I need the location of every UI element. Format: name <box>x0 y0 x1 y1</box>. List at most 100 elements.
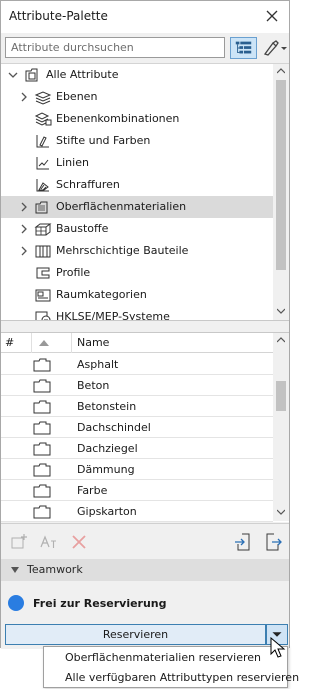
tree-item-label: HKLSE/MEP-Systeme <box>56 310 170 321</box>
attribute-palette: Attribute-Palette Attribute durchsuchen … <box>0 0 290 649</box>
zone-category-icon <box>35 289 51 302</box>
tree-item-schraffuren[interactable]: Schraffuren <box>1 174 273 196</box>
tree-item-oberflaechenmaterialien[interactable]: Oberflächenmaterialien <box>1 196 273 218</box>
scroll-up-icon[interactable] <box>277 68 285 74</box>
list-item-label: Dachschindel <box>77 421 151 434</box>
list-item[interactable]: Gipskarton <box>1 501 273 522</box>
list-item[interactable]: Asphalt <box>1 354 273 375</box>
list-scrollbar[interactable] <box>273 333 289 521</box>
export-icon[interactable] <box>263 532 283 552</box>
list-item-label: Gipskarton <box>77 505 137 518</box>
folder-icon <box>33 358 51 372</box>
menu-item-reserve-surfaces[interactable]: Oberflächenmaterialien reservieren <box>44 648 287 668</box>
tree-item-mehrschichtige-bauteile[interactable]: Mehrschichtige Bauteile <box>1 240 273 262</box>
folder-icon <box>33 421 51 435</box>
tree-item-label: Oberflächenmaterialien <box>56 200 187 213</box>
list-item-label: Dämmung <box>77 463 135 476</box>
tree-item-profile[interactable]: Profile <box>1 262 273 284</box>
reservation-status: Frei zur Reservierung <box>33 597 167 610</box>
tree-scrollbar-thumb[interactable] <box>276 80 286 270</box>
fill-icon <box>36 179 49 192</box>
import-icon[interactable] <box>233 532 253 552</box>
sort-ascending-icon[interactable] <box>39 340 49 346</box>
collapse-caret-icon[interactable] <box>11 567 19 573</box>
tree-item-label: Baustoffe <box>56 222 109 235</box>
tree-item-raumkategorien[interactable]: Raumkategorien <box>1 284 273 306</box>
wrench-settings-icon <box>263 40 287 56</box>
list-scrollbar-thumb[interactable] <box>276 381 286 411</box>
composite-icon <box>35 245 51 258</box>
tree-item-label: Schraffuren <box>56 178 120 191</box>
pane-splitter[interactable] <box>1 322 289 332</box>
layers-icon <box>34 91 52 105</box>
list-item-label: Asphalt <box>77 358 119 371</box>
list-item-label: Beton <box>77 379 110 392</box>
scroll-down-icon[interactable] <box>277 308 285 314</box>
status-indicator-icon <box>8 595 24 611</box>
new-attribute-icon[interactable] <box>9 532 29 552</box>
surface-icon <box>35 201 48 214</box>
title-bar: Attribute-Palette <box>1 1 289 33</box>
attribute-list: # Name Asphalt Beton Betonstein Dachschinde… <box>1 332 289 522</box>
tree-item-label: Linien <box>56 156 89 169</box>
list-action-toolbar <box>1 523 289 557</box>
delete-icon[interactable] <box>69 532 89 552</box>
folder-icon <box>33 400 51 414</box>
search-row <box>1 34 289 62</box>
chevron-right-icon[interactable] <box>19 224 29 234</box>
column-divider <box>31 333 32 353</box>
list-item[interactable]: Dämmung <box>1 459 273 480</box>
tree-view-toggle-button[interactable] <box>230 37 257 59</box>
folder-all-icon <box>25 68 38 82</box>
list-item[interactable]: Farbe <box>1 480 273 501</box>
profile-icon <box>36 267 50 279</box>
tree-item-ebenenkombinationen[interactable]: Ebenenkombinationen <box>1 108 273 130</box>
layer-combination-icon <box>34 112 52 126</box>
tree-item-stifte-und-farben[interactable]: Stifte und Farben <box>1 130 273 152</box>
chevron-right-icon[interactable] <box>19 92 29 102</box>
folder-icon <box>33 379 51 393</box>
scroll-up-icon[interactable] <box>277 337 285 343</box>
folder-icon <box>33 484 51 498</box>
column-header-number[interactable]: # <box>5 336 14 349</box>
list-header: # Name <box>1 333 273 353</box>
search-input[interactable] <box>5 37 225 58</box>
chevron-right-icon[interactable] <box>19 202 29 212</box>
tree-item-linien[interactable]: Linien <box>1 152 273 174</box>
rename-icon[interactable] <box>39 532 59 552</box>
close-icon[interactable] <box>263 7 281 25</box>
tree-item-baustoffe[interactable]: Baustoffe <box>1 218 273 240</box>
settings-button[interactable] <box>260 37 288 59</box>
mep-system-icon <box>35 311 51 320</box>
menu-item-reserve-all-types[interactable]: Alle verfügbaren Attributtypen reservier… <box>44 668 299 688</box>
tree-scrollbar[interactable] <box>273 64 289 320</box>
building-material-icon <box>34 223 52 236</box>
folder-icon <box>33 463 51 477</box>
reserve-button[interactable]: Reservieren <box>5 624 266 645</box>
line-type-icon <box>36 157 49 170</box>
teamwork-title: Teamwork <box>27 563 83 576</box>
scroll-down-icon[interactable] <box>277 509 285 515</box>
tree-item-label: Ebenen <box>56 90 98 103</box>
tree-item-ebenen[interactable]: Ebenen <box>1 86 273 108</box>
folder-icon <box>33 505 51 519</box>
tree-item-label: Alle Attribute <box>46 68 119 81</box>
teamwork-panel: Frei zur Reservierung Reservieren <box>1 581 289 649</box>
chevron-down-icon[interactable] <box>8 70 18 80</box>
list-item[interactable]: Betonstein <box>1 396 273 417</box>
tree-item-label: Mehrschichtige Bauteile <box>56 244 189 257</box>
tree-item-root[interactable]: Alle Attribute <box>1 64 273 86</box>
list-item-label: Dachziegel <box>77 442 138 455</box>
tree-item-label: Ebenenkombinationen <box>56 112 180 125</box>
column-divider <box>71 333 72 353</box>
window-title: Attribute-Palette <box>9 9 108 23</box>
list-item-label: Betonstein <box>77 400 137 413</box>
column-header-name[interactable]: Name <box>77 336 109 349</box>
tree-item-label: Raumkategorien <box>56 288 147 301</box>
tree-item-mep-systeme[interactable]: HKLSE/MEP-Systeme <box>1 306 273 321</box>
list-item[interactable]: Dachziegel <box>1 438 273 459</box>
chevron-right-icon[interactable] <box>19 246 29 256</box>
list-item[interactable]: Dachschindel <box>1 417 273 438</box>
teamwork-section-header[interactable]: Teamwork <box>1 559 289 581</box>
list-item[interactable]: Beton <box>1 375 273 396</box>
